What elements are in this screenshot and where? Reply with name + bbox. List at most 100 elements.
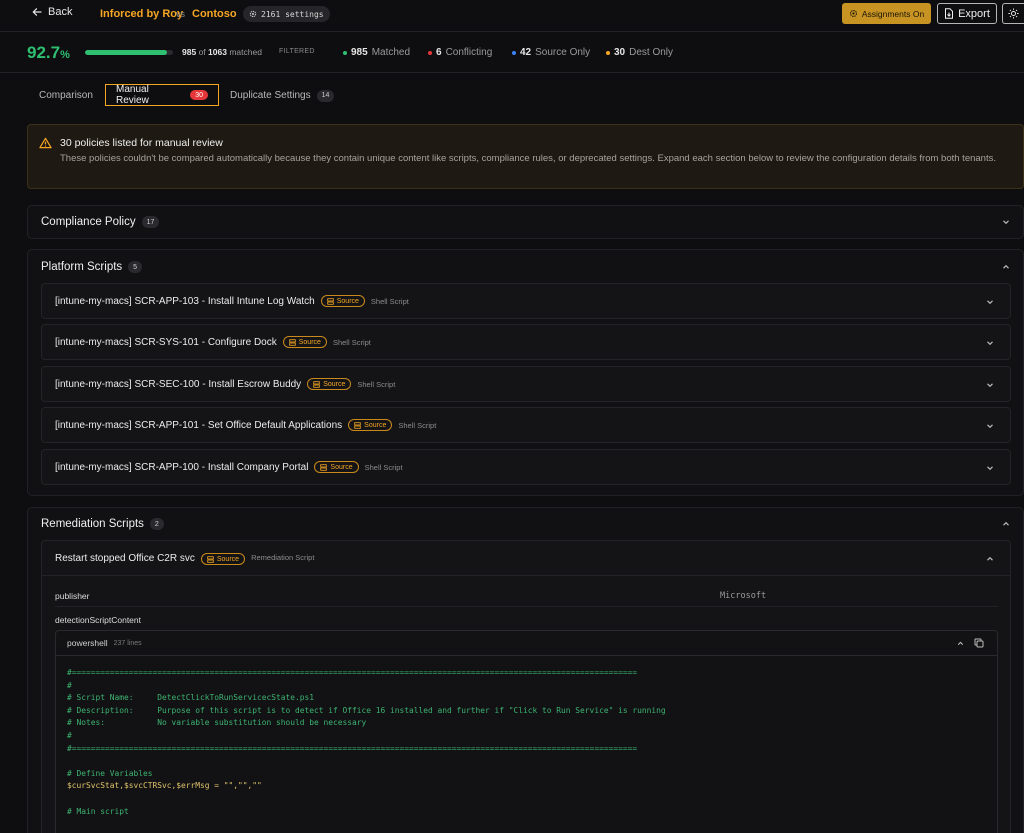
settings-count-chip: 2161 settings <box>243 6 330 22</box>
file-export-icon <box>945 8 954 19</box>
source-badge: Source <box>320 295 365 307</box>
platform-script-item[interactable]: [intune-my-macs] SCR-SYS-101 - Configure… <box>41 324 1011 360</box>
dest-only-dot-icon <box>606 50 610 55</box>
code-line: # <box>67 680 72 690</box>
vs-label: vs <box>176 9 185 19</box>
chevron-down-icon[interactable] <box>985 463 995 473</box>
tab-duplicate-settings[interactable]: Duplicate Settings 14 <box>230 85 335 106</box>
match-percentage: 92.7% <box>27 43 70 63</box>
item-name: [intune-my-macs] SCR-APP-103 - Install I… <box>55 295 315 307</box>
export-button[interactable]: Export <box>937 3 997 24</box>
publisher-key: publisher <box>55 591 90 601</box>
arrow-left-icon <box>32 8 42 16</box>
copy-icon[interactable] <box>974 638 984 648</box>
percent-sign: % <box>60 49 70 61</box>
source-badge-label: Source <box>364 421 387 429</box>
conflicting-dot-icon <box>428 50 432 55</box>
filtered-label: FILTERED <box>279 48 315 55</box>
chevron-down-icon[interactable] <box>985 380 995 390</box>
back-label: Back <box>48 6 73 18</box>
code-header: powershell 237 lines <box>56 631 997 656</box>
code-line: # <box>67 730 72 740</box>
item-type: Remediation Script <box>251 553 315 562</box>
item-name: [intune-my-macs] SCR-APP-100 - Install C… <box>55 461 309 473</box>
match-progress-bar <box>85 50 173 55</box>
section-header[interactable]: Remediation Scripts 2 <box>41 518 164 530</box>
row-divider <box>55 606 998 607</box>
gear-icon <box>849 9 857 18</box>
theme-toggle-button[interactable] <box>1002 3 1024 24</box>
item-type: Shell Script <box>357 379 396 389</box>
server-icon <box>327 297 334 305</box>
item-type: Shell Script <box>332 337 371 347</box>
chevron-down-icon[interactable] <box>985 297 995 307</box>
chevron-up-icon[interactable] <box>985 554 995 564</box>
platform-script-item[interactable]: [intune-my-macs] SCR-SEC-100 - Install E… <box>41 366 1011 402</box>
chevron-up-icon[interactable] <box>956 639 965 648</box>
tab-label: Comparison <box>39 90 93 101</box>
section-header[interactable]: Platform Scripts 5 <box>41 261 143 273</box>
section-compliance-policy[interactable]: Compliance Policy 17 <box>27 205 1024 239</box>
legend-count: 30 <box>614 47 626 58</box>
source-only-dot-icon <box>512 50 516 55</box>
publisher-value: Microsoft <box>720 591 767 601</box>
server-icon <box>320 463 328 471</box>
server-icon <box>354 421 361 429</box>
platform-script-item[interactable]: [intune-my-macs] SCR-APP-103 - Install I… <box>41 283 1011 319</box>
tab-count-badge: 30 <box>190 90 208 100</box>
manual-review-alert: 30 policies listed for manual review The… <box>27 124 1024 189</box>
section-header: Compliance Policy 17 <box>41 216 160 228</box>
platform-script-item[interactable]: [intune-my-macs] SCR-APP-101 - Set Offic… <box>41 407 1011 443</box>
chevron-up-icon[interactable] <box>1001 262 1011 272</box>
settings-count: 2161 settings <box>261 9 324 19</box>
item-name: [intune-my-macs] SCR-APP-101 - Set Offic… <box>55 419 343 431</box>
source-badge: Source <box>307 378 352 390</box>
code-line: $curSvcStat,$svcCTRSvc,$errMsg = "","","… <box>67 781 262 791</box>
legend-label: Dest Only <box>629 47 674 58</box>
platform-script-item[interactable]: [intune-my-macs] SCR-APP-100 - Install C… <box>41 449 1011 485</box>
chevron-up-icon[interactable] <box>1001 519 1011 529</box>
legend-dest-only[interactable]: 30 Dest Only <box>606 47 673 58</box>
alert-title: 30 policies listed for manual review <box>60 137 223 149</box>
code-line: # Script Name: DetectClickToRunServicecS… <box>67 693 315 703</box>
code-line: # Description: Purpose of this script is… <box>67 705 666 715</box>
source-badge-label: Source <box>216 555 240 563</box>
tab-count-badge: 14 <box>316 89 335 102</box>
code-body[interactable]: #=======================================… <box>56 656 997 818</box>
legend-source-only[interactable]: 42 Source Only <box>512 47 590 58</box>
item-name[interactable]: Restart stopped Office C2R svc <box>55 553 195 564</box>
legend-count: 6 <box>436 47 442 58</box>
back-button[interactable]: Back <box>32 6 72 18</box>
tab-label: Duplicate Settings <box>230 90 311 101</box>
source-badge-label: Source <box>298 338 321 346</box>
section-count-badge: 17 <box>141 216 160 228</box>
section-title: Platform Scripts <box>41 261 123 273</box>
chevron-down-icon[interactable] <box>1001 217 1011 227</box>
legend-conflicting[interactable]: 6 Conflicting <box>428 47 492 58</box>
chevron-down-icon[interactable] <box>985 421 995 431</box>
source-badge-label: Source <box>330 463 353 471</box>
assignments-toggle-button[interactable]: Assignments On <box>842 3 931 24</box>
chevron-down-icon[interactable] <box>985 338 995 348</box>
section-title: Compliance Policy <box>41 216 136 228</box>
source-badge: Source <box>200 553 246 565</box>
source-badge: Source <box>348 419 393 431</box>
server-icon <box>313 380 320 388</box>
code-line: #=======================================… <box>67 668 638 677</box>
legend-label: Conflicting <box>445 47 493 58</box>
code-line-count: 237 lines <box>113 639 142 647</box>
tab-manual-review[interactable]: Manual Review 30 <box>105 84 219 106</box>
tab-comparison[interactable]: Comparison <box>39 85 93 106</box>
legend-count: 42 <box>520 47 532 58</box>
code-line: # Define Variables <box>67 768 153 778</box>
legend-matched[interactable]: 985 Matched <box>343 47 410 58</box>
legend-label: Source Only <box>535 47 591 58</box>
item-divider <box>42 575 1010 576</box>
detection-script-key: detectionScriptContent <box>55 615 141 625</box>
gear-icon <box>249 10 257 18</box>
matched-num: 985 <box>182 47 197 57</box>
code-line: # Notes: No variable substitution should… <box>67 718 367 728</box>
matched-count: 985 of 1063 matched <box>182 47 262 57</box>
source-badge: Source <box>314 461 359 473</box>
